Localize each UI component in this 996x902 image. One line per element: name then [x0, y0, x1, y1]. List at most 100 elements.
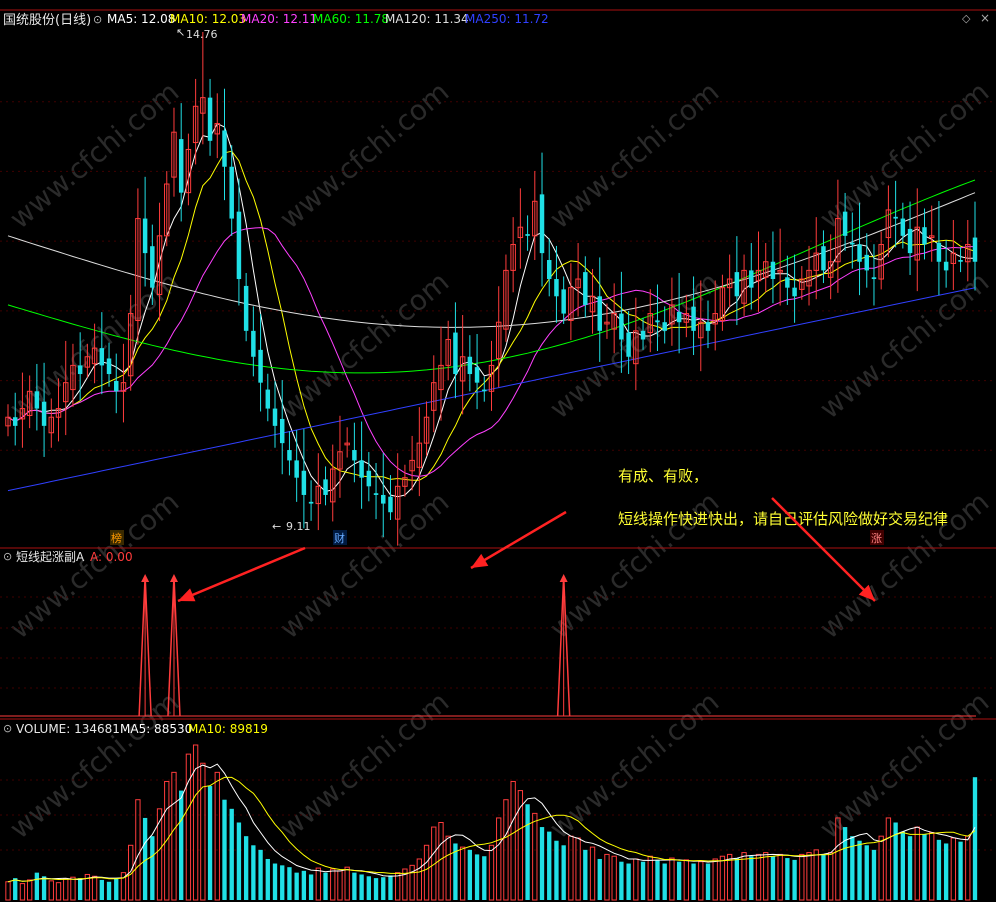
signal-arrowhead	[559, 574, 568, 582]
indicator-name: 短线起涨副A	[16, 549, 85, 564]
volume-bar	[352, 872, 357, 900]
volume-bar	[272, 863, 278, 900]
volume-bar	[842, 827, 848, 900]
candle-body	[373, 493, 379, 495]
candle-body	[301, 470, 307, 495]
volume-bar	[647, 855, 653, 901]
volume-bar	[48, 880, 54, 901]
candle-body	[936, 242, 942, 262]
volume-bar	[510, 780, 516, 901]
volume-bar	[857, 840, 862, 900]
candle-body	[943, 261, 949, 271]
candle-body	[842, 211, 848, 236]
volume-bar	[236, 822, 242, 900]
signal-arrowhead	[169, 574, 178, 582]
indicator-icon[interactable]: ⊙	[3, 550, 12, 563]
candle-body	[229, 166, 234, 219]
volume-bar	[301, 870, 307, 900]
candle-body	[640, 330, 646, 340]
volume-bar	[878, 835, 884, 901]
candle-body	[597, 296, 602, 331]
volume-bar	[251, 845, 256, 900]
annotation-line-1: 有成、有败，	[618, 467, 708, 485]
candle-body	[583, 272, 588, 305]
volume-icon[interactable]: ⊙	[3, 722, 12, 735]
volume-bar	[799, 853, 805, 901]
stock-chart: www.cfchi.com www.cfchi.com www.cfchi.com w…	[0, 9, 996, 901]
candle-body	[207, 97, 213, 141]
candle-body	[272, 408, 278, 426]
watermark-text: www.cfchi.com	[813, 685, 995, 845]
watermark-text: www.cfchi.com	[273, 265, 455, 425]
candle-body	[106, 358, 112, 375]
badge-bang[interactable]: 榜	[111, 531, 122, 545]
volume-bar	[243, 836, 249, 900]
volume-bar	[726, 853, 733, 901]
volume-bar	[972, 777, 978, 900]
close-icon[interactable]: ×	[980, 11, 990, 25]
volume-bar	[922, 834, 927, 900]
volume-bar	[91, 875, 98, 901]
annotation-arrowhead	[471, 553, 489, 568]
low-price-label: 9.11	[286, 520, 311, 533]
volume-bar	[459, 846, 466, 901]
annotation-line-2: 短线操作快进快出，请自己评估风险做好交易纪律	[618, 510, 948, 528]
volume-bar	[258, 849, 263, 900]
candle-body	[734, 272, 740, 297]
candle-body	[792, 287, 797, 297]
volume-bar	[344, 866, 350, 901]
candle-body	[864, 254, 869, 271]
volume-bar	[381, 877, 386, 900]
volume-bar	[482, 856, 487, 900]
volume-bar	[63, 878, 69, 901]
volume-bar	[323, 872, 328, 900]
candle-body	[41, 401, 47, 426]
diamond-icon[interactable]: ◇	[962, 12, 971, 25]
candle-body	[222, 130, 227, 167]
watermark-text: www.cfchi.com	[3, 75, 185, 235]
candle-body	[279, 418, 285, 444]
volume-bar	[712, 858, 718, 901]
candle-body	[12, 417, 18, 426]
volume-bar	[229, 808, 234, 900]
volume-bar	[315, 867, 321, 901]
high-arrow: ↖	[176, 26, 185, 39]
volume-bar	[200, 762, 206, 901]
volume-bar	[676, 861, 682, 900]
volume-bar	[214, 771, 220, 901]
volume-bar	[114, 878, 119, 900]
candle-body	[150, 246, 155, 288]
volume-bar	[26, 879, 33, 901]
badge-cai[interactable]: 财	[334, 531, 345, 545]
volume-bar	[179, 790, 184, 900]
volume-bar	[691, 863, 696, 900]
volume-bar	[604, 853, 610, 901]
volume-bar	[965, 835, 971, 901]
candle-body	[893, 216, 898, 219]
volume-bar	[532, 812, 538, 901]
volume-bar	[763, 852, 769, 901]
ma60-label: MA60: 11.78	[313, 12, 389, 26]
candle-body	[453, 332, 458, 375]
candle-body	[142, 218, 148, 254]
volume-bar	[106, 881, 112, 900]
volume-bar	[749, 856, 754, 900]
candle-body	[561, 289, 566, 314]
volume-bar	[914, 826, 920, 901]
volume-bar	[583, 849, 588, 900]
ma120-label: MA120: 11.34	[385, 12, 469, 26]
volume-bar	[828, 852, 834, 901]
volume-bar	[409, 864, 415, 901]
candle-body	[381, 494, 386, 504]
candle-body	[749, 270, 754, 288]
volume-bar	[539, 827, 545, 900]
gear-icon[interactable]: ⊙	[93, 13, 102, 26]
volume-bar	[561, 845, 566, 900]
volume-bar	[785, 858, 790, 900]
badge-zhang[interactable]: 涨	[871, 532, 882, 545]
candle-body	[972, 237, 978, 262]
candle-body	[958, 260, 963, 262]
volume-bar	[388, 875, 393, 900]
high-price-label: 14.76	[186, 28, 218, 41]
annotation-arrow	[470, 510, 567, 570]
